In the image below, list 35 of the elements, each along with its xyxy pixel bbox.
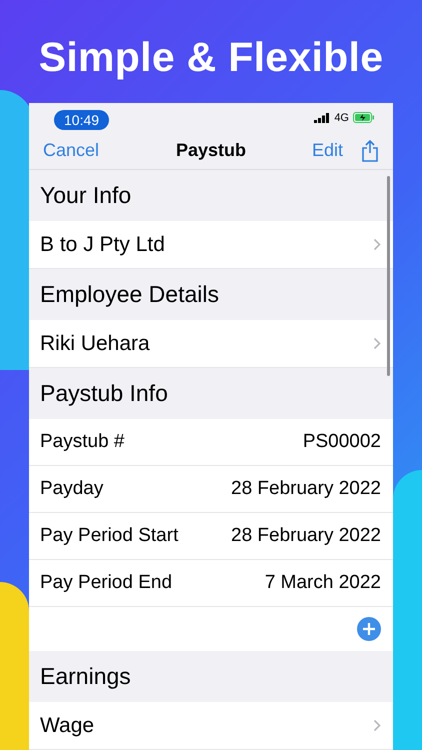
field-value: 28 February 2022 — [231, 478, 381, 500]
list-row[interactable]: Riki Uehara — [29, 320, 393, 368]
field-label: Payday — [40, 478, 104, 500]
row-label: B to J Pty Ltd — [40, 232, 165, 256]
edit-button[interactable]: Edit — [312, 140, 343, 162]
add-icon[interactable] — [357, 617, 381, 641]
share-icon[interactable] — [361, 140, 379, 162]
list-row[interactable]: B to J Pty Ltd — [29, 221, 393, 269]
field-value: 28 February 2022 — [231, 525, 381, 547]
section-header: Your Info — [39, 181, 132, 210]
row-label: Riki Uehara — [40, 332, 150, 356]
field-row[interactable]: Paystub # PS00002 — [29, 419, 393, 466]
section-header: Earnings — [39, 662, 132, 691]
field-value: PS00002 — [302, 431, 381, 453]
chevron-icon — [373, 238, 381, 251]
chevron-icon — [373, 719, 381, 732]
field-row[interactable]: Pay Period Start 28 February 2022 — [29, 513, 393, 560]
section-header: Employee Details — [39, 280, 220, 309]
status-time: 10:49 — [54, 110, 110, 130]
headline: Simple & Flexible — [38, 34, 384, 82]
nav-title: Paystub — [176, 140, 246, 162]
signal-icon — [314, 112, 330, 123]
field-row[interactable]: Pay Period End 7 March 2022 — [29, 560, 393, 607]
field-label: Pay Period Start — [40, 525, 178, 547]
row-label: Wage — [40, 714, 94, 738]
field-row[interactable]: Payday 28 February 2022 — [29, 466, 393, 513]
field-label: Paystub # — [40, 431, 124, 453]
cancel-button[interactable]: Cancel — [43, 140, 100, 162]
list-row[interactable]: Wage — [29, 702, 393, 750]
network-label: 4G — [334, 112, 349, 124]
field-value: 7 March 2022 — [264, 572, 381, 594]
section-header: Paystub Info — [39, 379, 169, 408]
field-label: Pay Period End — [40, 572, 172, 594]
battery-icon — [353, 112, 375, 124]
chevron-icon — [373, 337, 381, 350]
